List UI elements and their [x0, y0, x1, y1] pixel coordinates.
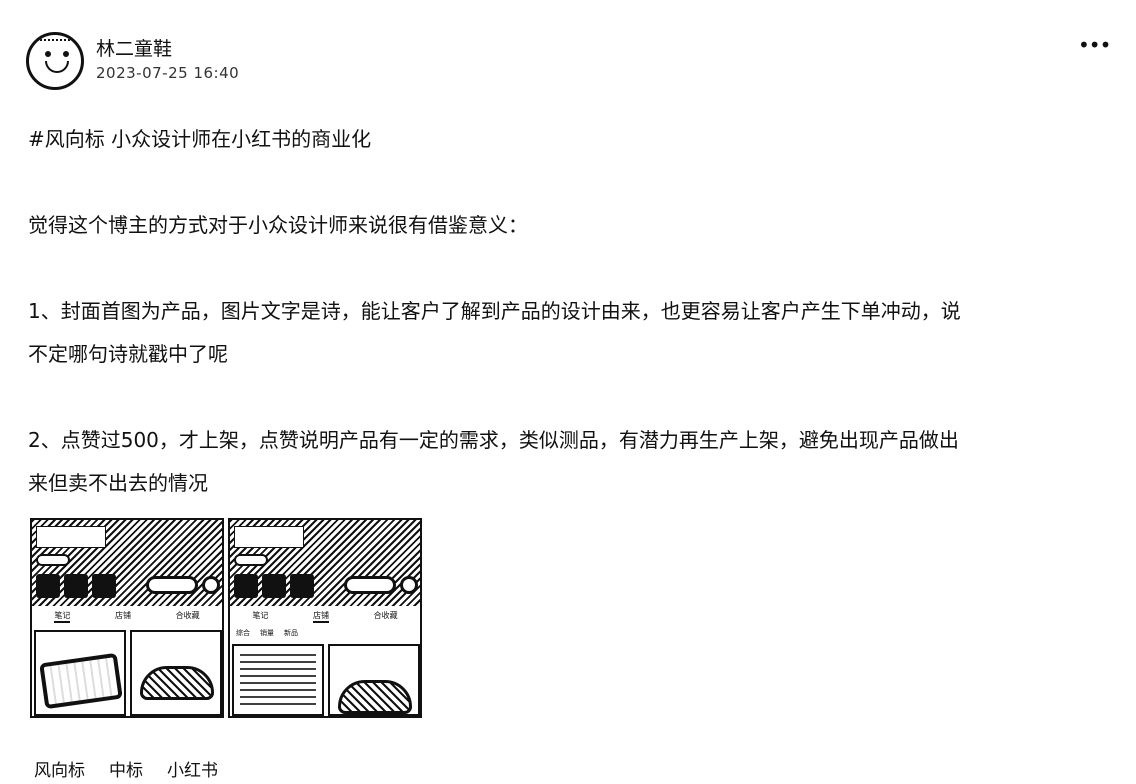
subtab: 新品 [284, 629, 298, 637]
product-text-image [240, 654, 316, 710]
topic-tags: 风向标 中标 小红书 [34, 756, 218, 781]
note-card [34, 630, 126, 716]
shoe-product-image [338, 680, 412, 714]
post-body: #风向标 小众设计师在小红书的商业化 觉得这个博主的方式对于小众设计师来说很有借… [28, 118, 1098, 505]
shoe-product-image [140, 666, 214, 700]
profile-action-button [344, 576, 396, 594]
stat-block [36, 574, 60, 598]
profile-stats [234, 574, 314, 598]
message-icon [202, 576, 220, 594]
profile-tabs: 笔记 店铺 合收藏 [32, 608, 222, 624]
follow-pill [36, 554, 70, 566]
tab-notes: 笔记 [54, 610, 71, 623]
tab-collect: 合收藏 [175, 610, 200, 620]
follow-pill [234, 554, 268, 566]
point-2-line-1: 2、点赞过500，才上架，点赞说明产品有一定的需求，类似测品，有潜力再生产上架，… [28, 428, 959, 452]
tab-notes: 笔记 [252, 610, 269, 620]
subtab: 综合 [236, 629, 250, 637]
bag-product-image [39, 652, 123, 710]
avatar[interactable] [26, 32, 84, 90]
post-intro: 觉得这个博主的方式对于小众设计师来说很有借鉴意义： [28, 213, 528, 237]
shop-card [232, 644, 324, 716]
post-title: #风向标 小众设计师在小红书的商业化 [28, 127, 372, 151]
point-2-line-2: 来但卖不出去的情况 [28, 471, 208, 495]
image-grid: 笔记 店铺 合收藏 笔记 店铺 合收藏 综合 销量 新品 [30, 518, 426, 720]
author-name[interactable]: 林二童鞋 [96, 34, 172, 61]
avatar-eyes [43, 51, 71, 57]
banner-title-box [36, 526, 106, 548]
banner-title-box [234, 526, 304, 548]
post-timestamp: 2023-07-25 16:40 [96, 64, 240, 82]
profile-action-button [146, 576, 198, 594]
subtab: 销量 [260, 629, 274, 637]
point-1-line-1: 1、封面首图为产品，图片文字是诗，能让客户了解到产品的设计由来，也更容易让客户产… [28, 299, 961, 323]
stat-block [262, 574, 286, 598]
tag-item[interactable]: 风向标 [34, 756, 85, 781]
tag-item[interactable]: 中标 [109, 756, 143, 781]
stat-block [64, 574, 88, 598]
avatar-smile [45, 61, 69, 73]
avatar-decoration [37, 39, 77, 45]
stat-block [234, 574, 258, 598]
stat-block [290, 574, 314, 598]
tab-shop: 店铺 [312, 610, 329, 623]
screenshot-image-1[interactable]: 笔记 店铺 合收藏 [30, 518, 224, 718]
post-header: 林二童鞋 2023-07-25 16:40 ••• [26, 28, 1111, 94]
stat-block [92, 574, 116, 598]
point-1-line-2: 不定哪句诗就戳中了呢 [28, 342, 228, 366]
ellipsis-icon[interactable]: ••• [1078, 35, 1111, 55]
shop-subtabs: 综合 销量 新品 [236, 628, 298, 638]
profile-stats [36, 574, 116, 598]
screenshot-image-2[interactable]: 笔记 店铺 合收藏 综合 销量 新品 [228, 518, 422, 718]
note-card [130, 630, 222, 716]
tab-collect: 合收藏 [373, 610, 398, 620]
profile-tabs: 笔记 店铺 合收藏 [230, 608, 420, 624]
tab-shop: 店铺 [114, 610, 131, 620]
shop-card [328, 644, 420, 716]
message-icon [400, 576, 418, 594]
tag-item[interactable]: 小红书 [167, 756, 218, 781]
